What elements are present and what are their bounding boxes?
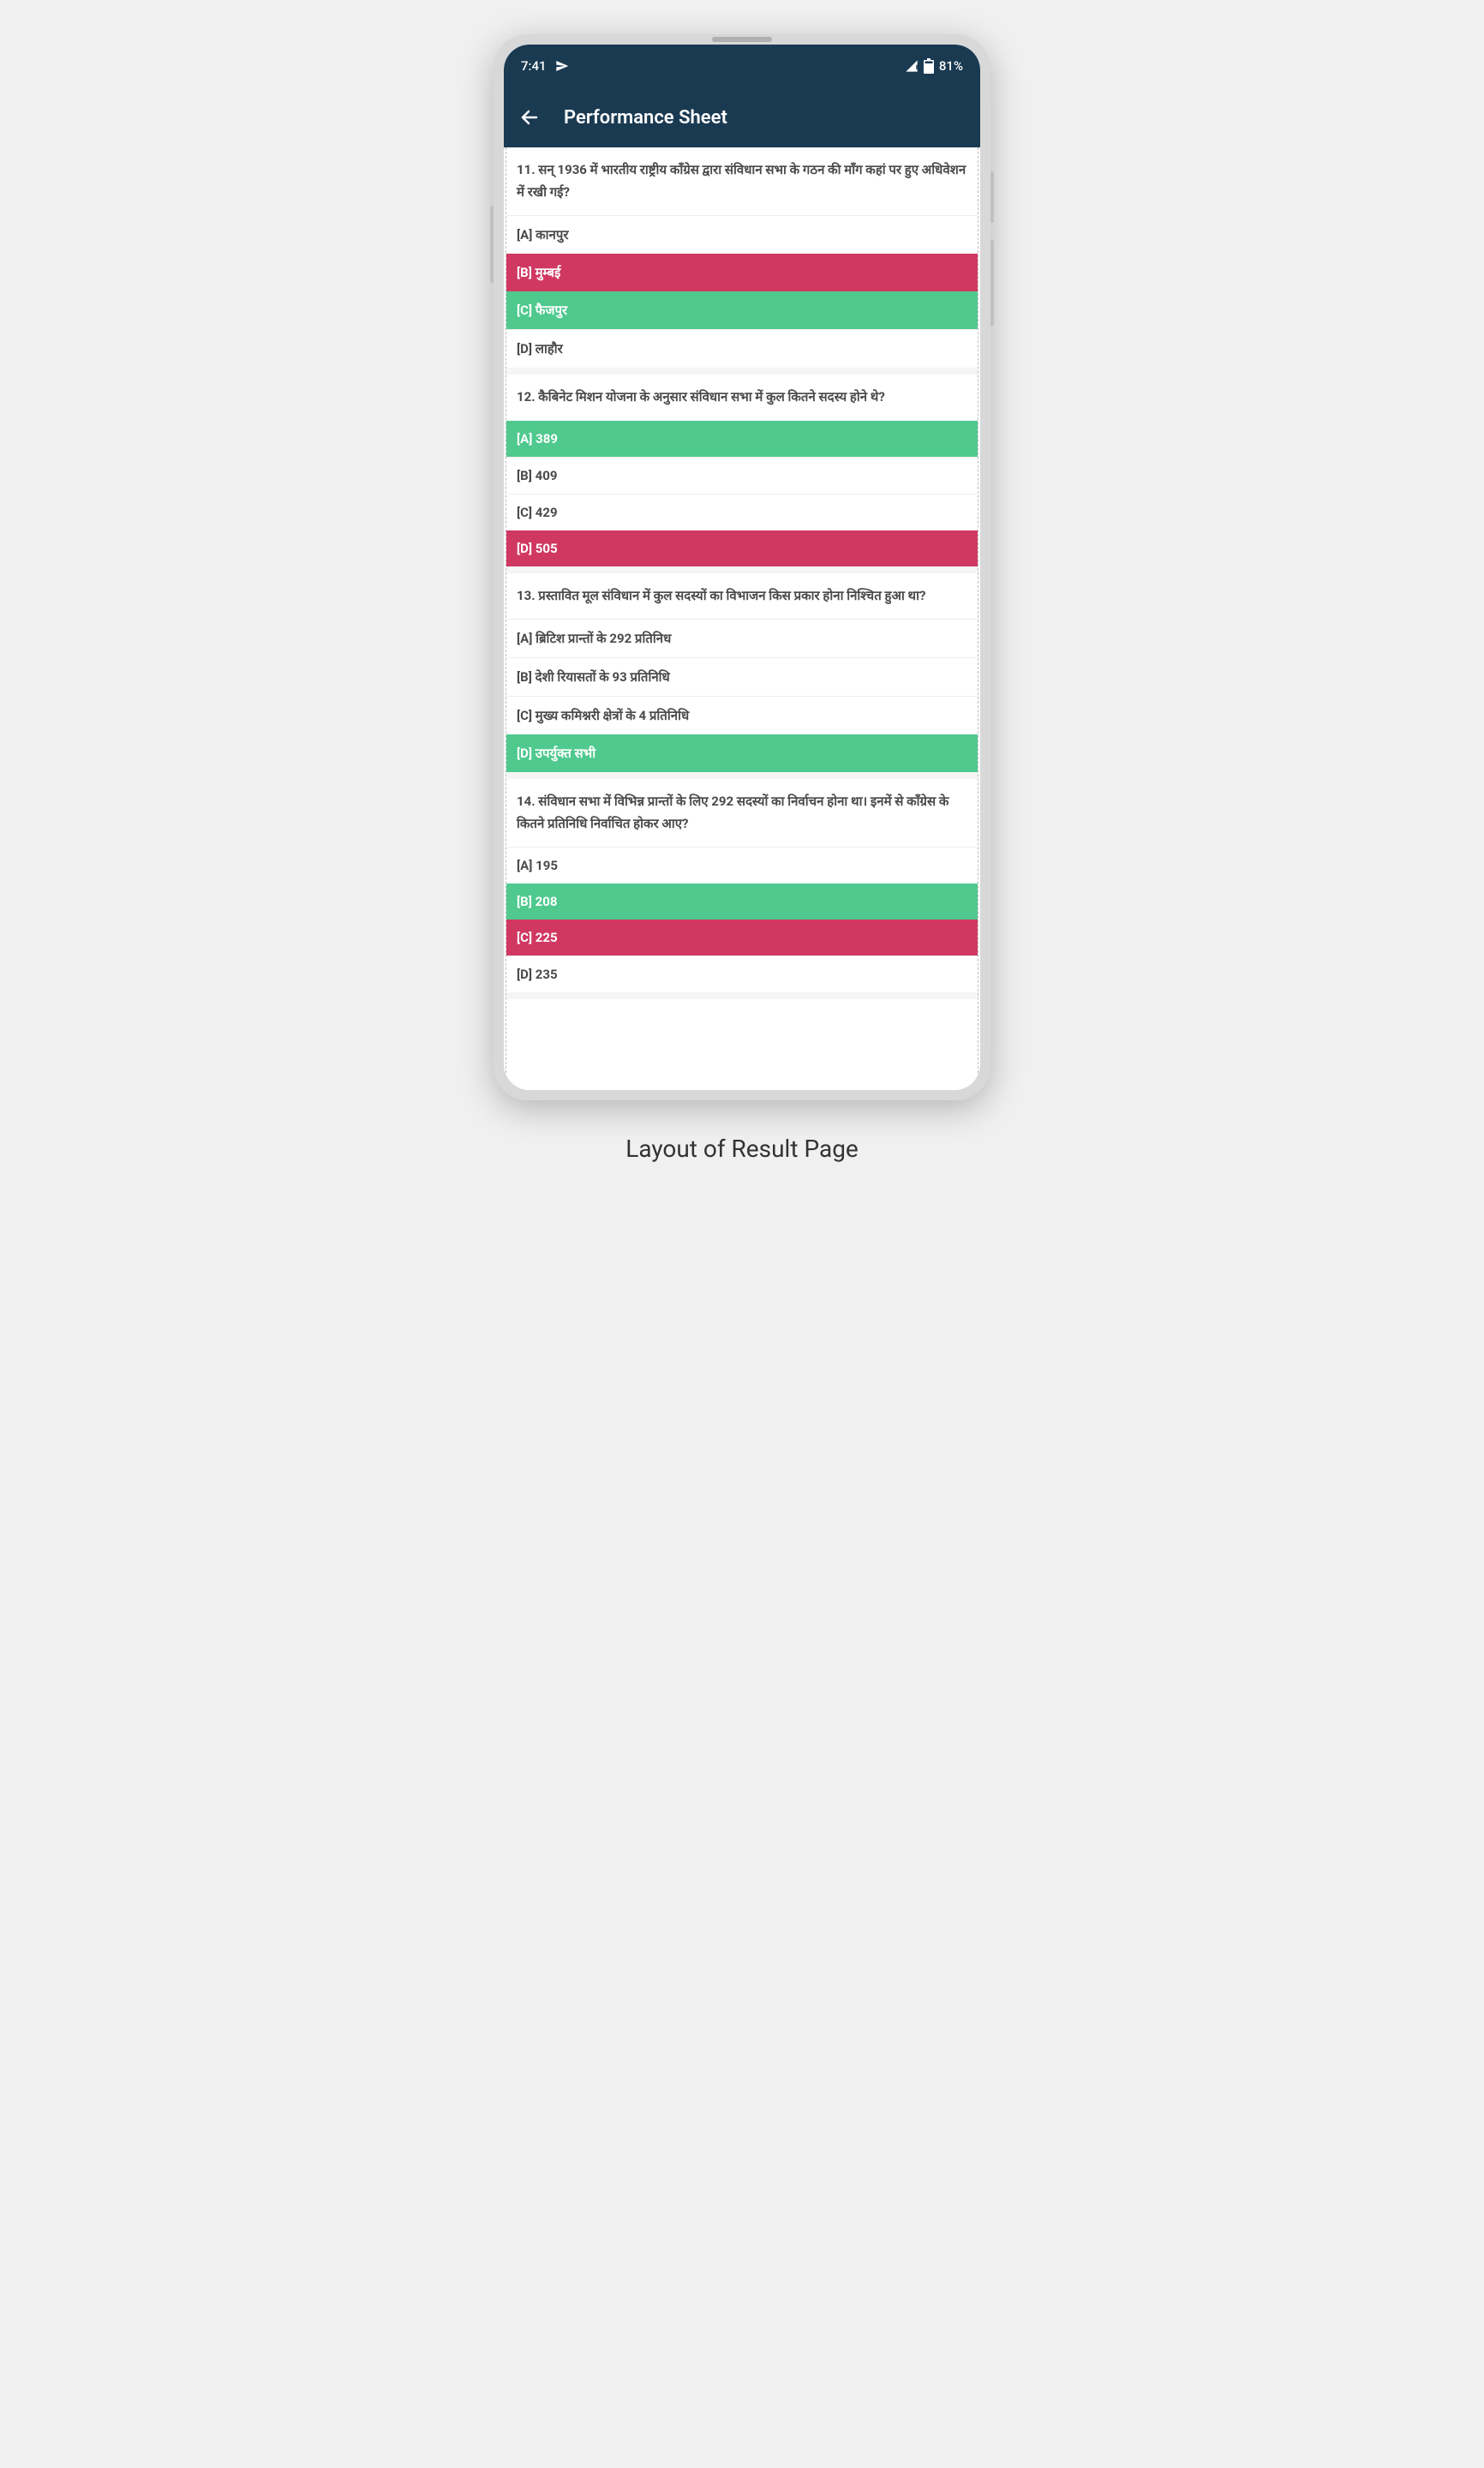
question-text: 12. कैबिनेट मिशन योजना के अनुसार संविधान… [506, 374, 978, 421]
status-bar: 7:41 81% [504, 45, 980, 87]
page-title: Performance Sheet [564, 107, 727, 129]
answer-option[interactable]: [B] देशी रियासतों के 93 प्रतिनिधि [506, 657, 978, 696]
question-block: 14. संविधान सभा में विभिन्न प्रान्तों के… [506, 779, 978, 999]
answer-option[interactable]: [A] कानपुर [506, 215, 978, 254]
question-text: 14. संविधान सभा में विभिन्न प्रान्तों के… [506, 779, 978, 847]
status-battery-text: 81% [939, 58, 963, 74]
answer-option[interactable]: [D] उपर्युक्त सभी [506, 734, 978, 772]
question-text: 13. प्रस्तावित मूल संविधान में कुल सदस्य… [506, 573, 978, 620]
phone-frame: 7:41 81% Performance Sheet 11. सन् [494, 34, 990, 1100]
phone-speaker [712, 37, 772, 42]
content-scroll[interactable]: 11. सन् 1936 में भारतीय राष्ट्रीय काँग्र… [506, 147, 978, 1090]
answer-option[interactable]: [C] मुख्य कमिश्नरी क्षेत्रों के 4 प्रतिन… [506, 696, 978, 734]
signal-icon [905, 59, 919, 73]
phone-side-button-left [490, 206, 494, 283]
answer-option[interactable]: [D] 235 [506, 955, 978, 992]
send-icon [555, 59, 569, 73]
answer-option[interactable]: [A] 195 [506, 847, 978, 884]
answer-option[interactable]: [D] 505 [506, 530, 978, 566]
phone-side-button-right-top [990, 171, 994, 223]
app-bar: Performance Sheet [504, 87, 980, 147]
question-block: 11. सन् 1936 में भारतीय राष्ट्रीय काँग्र… [506, 147, 978, 374]
answer-option[interactable]: [B] मुम्बई [506, 254, 978, 291]
answer-option[interactable]: [B] 409 [506, 457, 978, 494]
question-block: 13. प्रस्तावित मूल संविधान में कुल सदस्य… [506, 573, 978, 780]
answer-option[interactable]: [C] 225 [506, 920, 978, 955]
answer-option[interactable]: [C] फैजपुर [506, 291, 978, 329]
caption-text: Layout of Result Page [625, 1135, 859, 1163]
question-block: 12. कैबिनेट मिशन योजना के अनुसार संविधान… [506, 374, 978, 573]
answer-option[interactable]: [B] 208 [506, 884, 978, 920]
battery-icon [924, 58, 934, 74]
answer-option[interactable]: [A] ब्रिटिश प्रान्तों के 292 प्रतिनिध [506, 619, 978, 657]
answer-option[interactable]: [A] 389 [506, 421, 978, 457]
phone-side-button-right-bottom [990, 240, 994, 326]
question-text: 11. सन् 1936 में भारतीय राष्ट्रीय काँग्र… [506, 147, 978, 215]
answer-option[interactable]: [C] 429 [506, 494, 978, 530]
status-time: 7:41 [521, 58, 547, 74]
back-arrow-icon[interactable] [519, 107, 540, 128]
answer-option[interactable]: [D] लाहौर [506, 329, 978, 368]
